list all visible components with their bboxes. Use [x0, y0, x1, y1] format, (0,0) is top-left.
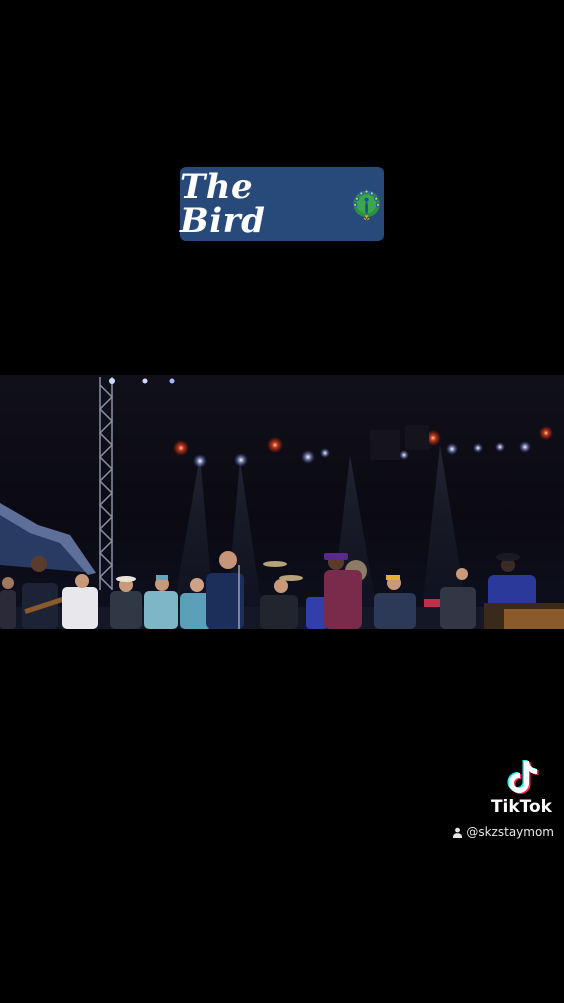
title-card: The Bird — [180, 167, 384, 241]
peacock-icon — [352, 189, 381, 221]
video-frame-page: The Bird TikTok @skzstaymom — [0, 0, 564, 1003]
concert-video-frame — [0, 375, 564, 629]
concert-stage-image — [0, 375, 564, 629]
tiktok-handle: @skzstaymom — [452, 825, 554, 839]
tiktok-logo-icon — [507, 760, 539, 794]
title-text: The Bird — [180, 167, 266, 241]
tiktok-brand-text: TikTok — [490, 797, 552, 817]
tiktok-handle-text: @skzstaymom — [466, 825, 554, 839]
tiktok-watermark: TikTok @skzstaymom — [424, 757, 554, 839]
user-icon — [453, 827, 463, 838]
